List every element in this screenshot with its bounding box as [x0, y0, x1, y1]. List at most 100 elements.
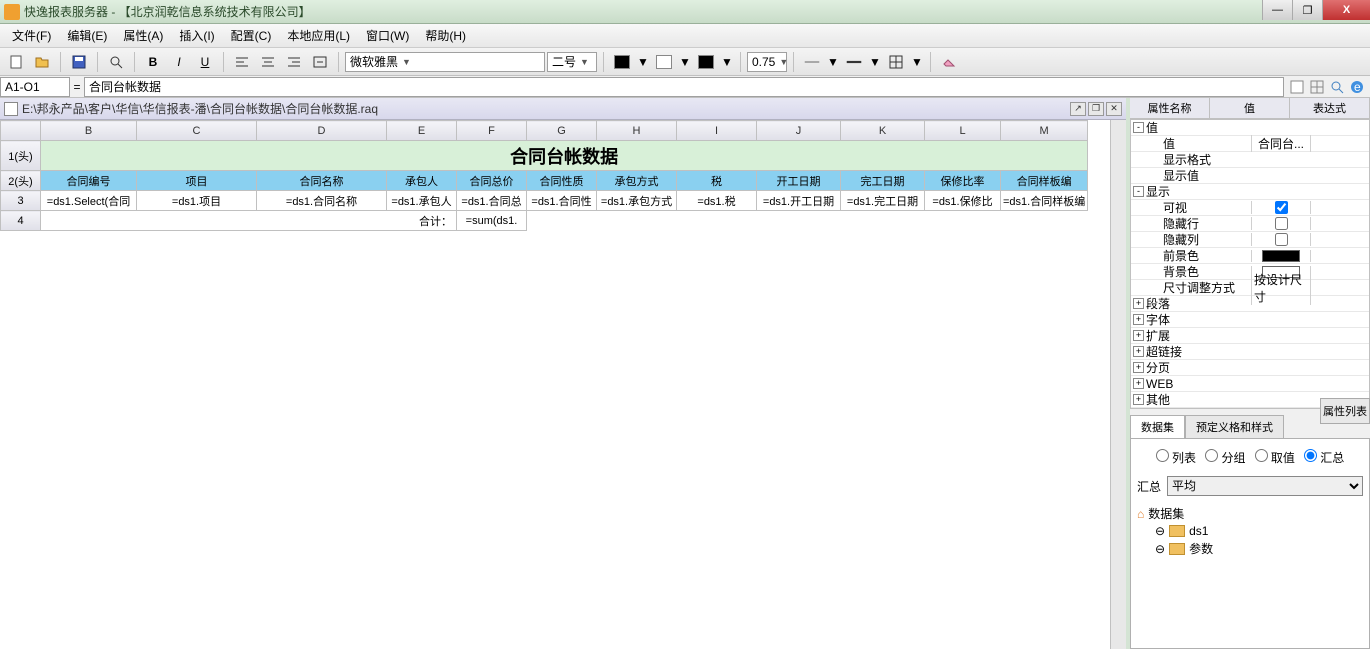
data-cell[interactable]: =ds1.Select(合同: [41, 191, 137, 211]
header-cell[interactable]: 开工日期: [757, 171, 841, 191]
header-cell[interactable]: 合同名称: [257, 171, 387, 191]
cell-address-input[interactable]: A1-O1: [0, 77, 70, 97]
tree-toggle-icon[interactable]: +: [1133, 314, 1144, 325]
header-cell[interactable]: 合同编号: [41, 171, 137, 191]
radio-list[interactable]: 列表: [1156, 451, 1196, 465]
menu-edit[interactable]: 编辑(E): [59, 25, 115, 46]
property-value[interactable]: 合同台...: [1251, 135, 1311, 152]
property-value[interactable]: [1251, 201, 1311, 214]
header-cell[interactable]: 项目: [137, 171, 257, 191]
zoom-select[interactable]: 0.75▼: [747, 52, 787, 72]
border-color-dropdown[interactable]: ▼: [720, 51, 734, 73]
clear-button[interactable]: [937, 51, 961, 73]
close-button[interactable]: X: [1322, 0, 1370, 20]
col-header[interactable]: E: [387, 121, 457, 141]
property-row[interactable]: +WEB: [1131, 376, 1369, 392]
formula-input[interactable]: 合同台帐数据: [84, 77, 1284, 97]
menu-window[interactable]: 窗口(W): [358, 25, 417, 46]
tree-toggle-icon[interactable]: +: [1133, 330, 1144, 341]
col-header[interactable]: B: [41, 121, 137, 141]
vertical-scrollbar[interactable]: [1110, 120, 1126, 649]
borders-button[interactable]: [884, 51, 908, 73]
minimize-button[interactable]: —: [1262, 0, 1292, 20]
radio-summary[interactable]: 汇总: [1304, 451, 1344, 465]
tree-toggle-icon[interactable]: +: [1133, 362, 1144, 373]
col-header[interactable]: D: [257, 121, 387, 141]
fb-icon-grid[interactable]: [1308, 78, 1326, 96]
tab-dataset[interactable]: 数据集: [1130, 415, 1185, 438]
tab-predef[interactable]: 预定义格和样式: [1185, 415, 1284, 438]
tree-toggle-icon[interactable]: +: [1133, 394, 1144, 405]
doc-close-button[interactable]: ✕: [1106, 102, 1122, 116]
col-header[interactable]: M: [1001, 121, 1088, 141]
data-cell[interactable]: =ds1.开工日期: [757, 191, 841, 211]
bg-color-dropdown[interactable]: ▼: [678, 51, 692, 73]
properties-tree[interactable]: -值值合同台...显示格式显示值-显示可视隐藏行隐藏列前景色背景色尺寸调整方式按…: [1130, 119, 1370, 409]
open-button[interactable]: [30, 51, 54, 73]
data-cell[interactable]: =ds1.税: [677, 191, 757, 211]
line-dropdown[interactable]: ▼: [826, 51, 840, 73]
data-cell[interactable]: =ds1.合同性: [527, 191, 597, 211]
radio-value[interactable]: 取值: [1255, 451, 1295, 465]
bg-color-button[interactable]: [652, 51, 676, 73]
property-row[interactable]: 值合同台...: [1131, 136, 1369, 152]
line-style-button[interactable]: [800, 51, 824, 73]
tree-root[interactable]: ⌂数据集: [1137, 504, 1363, 523]
tree-toggle-icon[interactable]: -: [1133, 122, 1144, 133]
thick-line-button[interactable]: [842, 51, 866, 73]
property-row[interactable]: 可视: [1131, 200, 1369, 216]
tree-node-ds1[interactable]: ⊖ds1: [1155, 523, 1363, 539]
side-tab-props[interactable]: 属性列表: [1320, 398, 1370, 424]
row-header-4[interactable]: 4: [1, 211, 41, 231]
col-header[interactable]: J: [757, 121, 841, 141]
property-value[interactable]: 按设计尺寸: [1251, 271, 1311, 305]
underline-button[interactable]: U: [193, 51, 217, 73]
property-row[interactable]: +字体: [1131, 312, 1369, 328]
corner-cell[interactable]: [1, 121, 41, 141]
document-tab[interactable]: E:\邦永产品\客户\华信\华信报表-潘\合同台帐数据\合同台帐数据.raq ↗…: [0, 98, 1126, 120]
align-center-button[interactable]: [256, 51, 280, 73]
property-value[interactable]: [1251, 217, 1311, 230]
font-size-select[interactable]: 二号▼: [547, 52, 597, 72]
maximize-button[interactable]: ❐: [1292, 0, 1322, 20]
property-row[interactable]: +超链接: [1131, 344, 1369, 360]
menu-props[interactable]: 属性(A): [115, 25, 171, 46]
title-cell[interactable]: 合同台帐数据: [41, 141, 1088, 171]
fg-color-dropdown[interactable]: ▼: [636, 51, 650, 73]
row-header-2[interactable]: 2(头): [1, 171, 41, 191]
data-cell[interactable]: =ds1.承包人: [387, 191, 457, 211]
header-cell[interactable]: 合同性质: [527, 171, 597, 191]
dataset-tree[interactable]: ⌂数据集 ⊖ds1 ⊖参数: [1137, 504, 1363, 558]
property-row[interactable]: +扩展: [1131, 328, 1369, 344]
menu-insert[interactable]: 插入(I): [171, 25, 222, 46]
property-row[interactable]: +分页: [1131, 360, 1369, 376]
preview-button[interactable]: [104, 51, 128, 73]
col-header[interactable]: I: [677, 121, 757, 141]
tree-toggle-icon[interactable]: +: [1133, 298, 1144, 309]
agg-select[interactable]: 平均: [1167, 476, 1363, 496]
new-button[interactable]: [4, 51, 28, 73]
property-value[interactable]: [1251, 250, 1311, 262]
col-header[interactable]: L: [925, 121, 1001, 141]
save-button[interactable]: [67, 51, 91, 73]
fb-icon-preview[interactable]: [1328, 78, 1346, 96]
italic-button[interactable]: I: [167, 51, 191, 73]
header-cell[interactable]: 保修比率: [925, 171, 1001, 191]
data-cell[interactable]: =ds1.项目: [137, 191, 257, 211]
align-left-button[interactable]: [230, 51, 254, 73]
col-header[interactable]: G: [527, 121, 597, 141]
radio-group[interactable]: 分组: [1205, 451, 1245, 465]
data-cell[interactable]: =ds1.承包方式: [597, 191, 677, 211]
col-header[interactable]: K: [841, 121, 925, 141]
menu-local[interactable]: 本地应用(L): [279, 25, 358, 46]
property-row[interactable]: 显示值: [1131, 168, 1369, 184]
property-row[interactable]: -值: [1131, 120, 1369, 136]
bold-button[interactable]: B: [141, 51, 165, 73]
col-header[interactable]: H: [597, 121, 677, 141]
align-right-button[interactable]: [282, 51, 306, 73]
property-row[interactable]: 尺寸调整方式按设计尺寸: [1131, 280, 1369, 296]
property-row[interactable]: +段落: [1131, 296, 1369, 312]
doc-max-button[interactable]: ❐: [1088, 102, 1104, 116]
col-header[interactable]: F: [457, 121, 527, 141]
font-name-select[interactable]: 微软雅黑▼: [345, 52, 545, 72]
